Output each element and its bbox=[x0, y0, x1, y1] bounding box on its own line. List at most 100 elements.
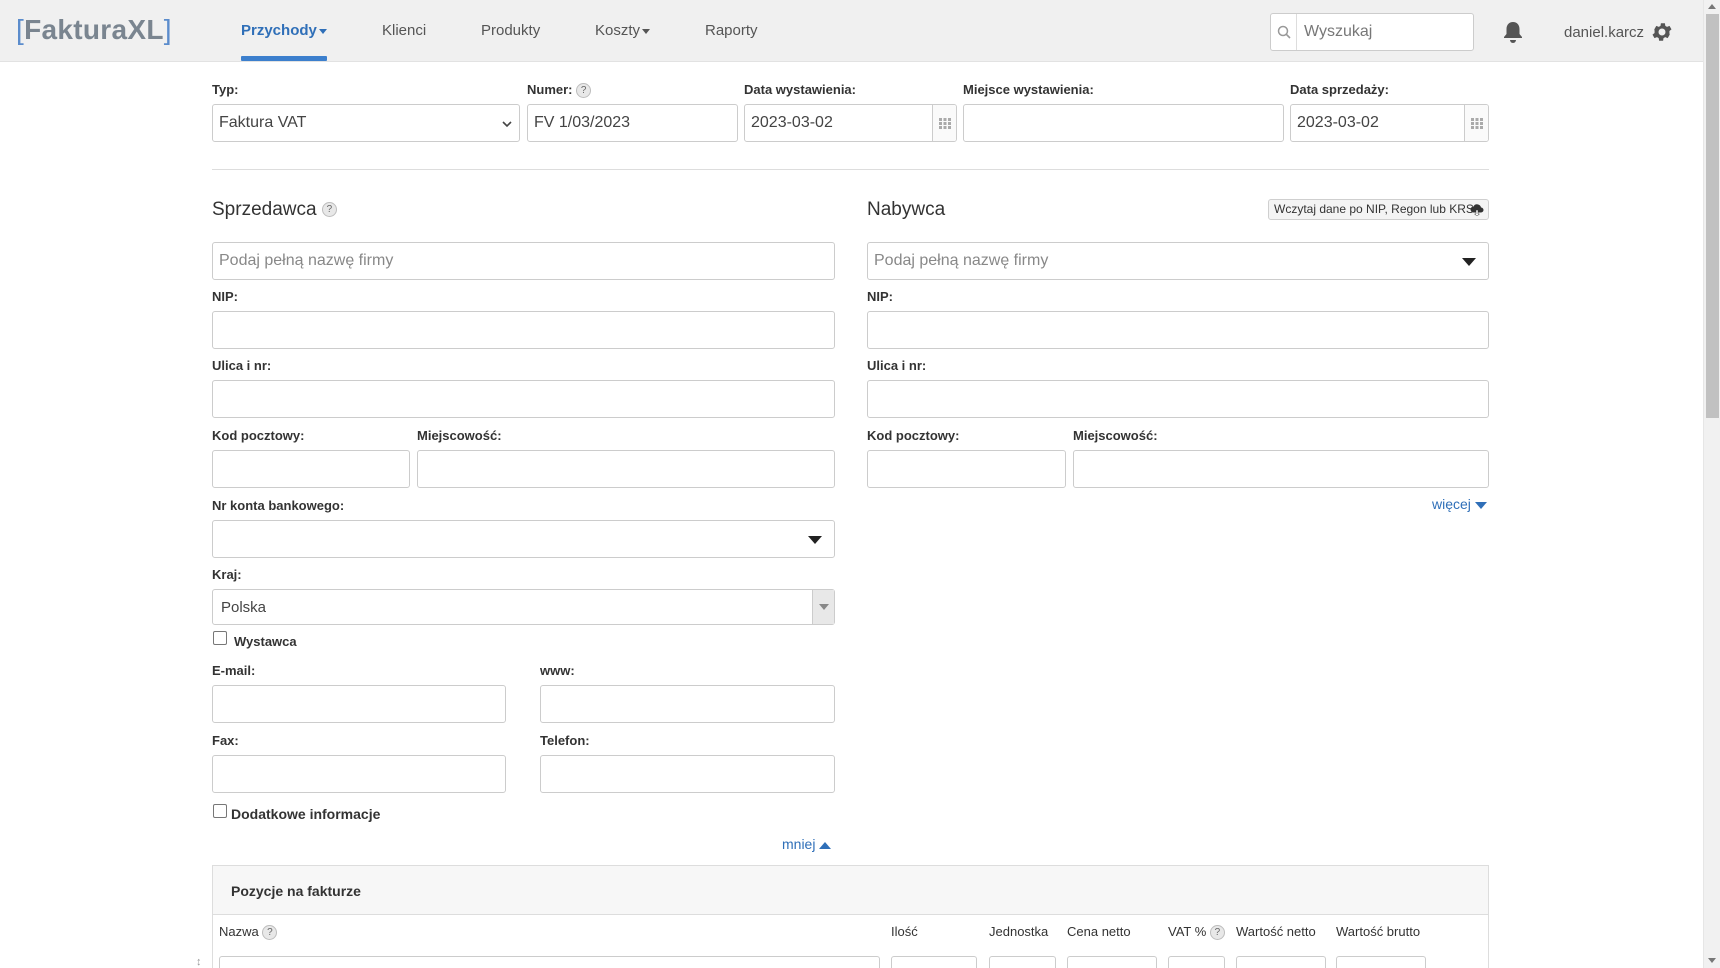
column-header-net-value: Wartość netto bbox=[1236, 924, 1316, 939]
drag-handle-icon[interactable]: ↕ bbox=[196, 956, 202, 968]
type-select[interactable]: Faktura VAT bbox=[212, 104, 520, 142]
buyer-nip-field[interactable] bbox=[867, 311, 1489, 349]
search-icon[interactable] bbox=[1271, 14, 1297, 50]
buyer-postal-label: Kod pocztowy: bbox=[867, 428, 960, 443]
column-header-vat: VAT % ? bbox=[1168, 924, 1225, 941]
issuer-checkbox[interactable] bbox=[213, 631, 227, 645]
buyer-city-label: Miejscowość: bbox=[1073, 428, 1158, 443]
seller-city-label: Miejscowość: bbox=[417, 428, 502, 443]
chevron-down-icon bbox=[318, 28, 327, 34]
country-label: Kraj: bbox=[212, 567, 242, 582]
column-header-unit: Jednostka bbox=[989, 924, 1049, 939]
help-icon[interactable]: ? bbox=[1209, 925, 1225, 941]
seller-street-field[interactable] bbox=[212, 380, 835, 418]
scroll-thumb[interactable] bbox=[1706, 14, 1719, 418]
buyer-street-field[interactable] bbox=[867, 380, 1489, 418]
buyer-street-label: Ulica i nr: bbox=[867, 358, 927, 373]
divider bbox=[212, 169, 1489, 170]
sale-date-field[interactable]: 2023-03-02 bbox=[1290, 104, 1489, 142]
help-icon[interactable]: ? bbox=[576, 83, 592, 99]
item-unit-input[interactable] bbox=[989, 956, 1056, 968]
app-logo[interactable]: [FakturaXL] bbox=[16, 14, 172, 46]
invoice-items-panel: Pozycje na fakturze Nazwa ? Ilość Jednos… bbox=[212, 865, 1489, 968]
www-field[interactable] bbox=[540, 685, 835, 723]
bank-account-label: Nr konta bankowego: bbox=[212, 498, 345, 513]
top-navbar: [FakturaXL] Przychody Klienci Produkty K… bbox=[0, 0, 1703, 62]
help-icon[interactable]: ? bbox=[262, 925, 278, 941]
column-header-gross-value: Wartość brutto bbox=[1336, 924, 1421, 939]
bell-icon[interactable] bbox=[1502, 20, 1524, 47]
buyer-name-select[interactable]: Podaj pełną nazwę firmy bbox=[867, 242, 1489, 280]
issue-date-label: Data wystawienia: bbox=[744, 82, 856, 97]
number-field[interactable]: FV 1/03/2023 bbox=[527, 104, 738, 142]
scroll-down-icon[interactable] bbox=[1708, 958, 1716, 963]
cloud-download-icon bbox=[1470, 204, 1484, 216]
phone-label: Telefon: bbox=[540, 733, 590, 748]
page-scrollbar[interactable] bbox=[1703, 0, 1720, 968]
phone-field[interactable] bbox=[540, 755, 835, 793]
less-link[interactable]: mniej bbox=[782, 836, 832, 852]
nav-active-indicator bbox=[241, 56, 327, 61]
buyer-title: Nabywca bbox=[867, 199, 946, 220]
dropdown-arrow-icon bbox=[808, 536, 822, 544]
bank-account-select[interactable] bbox=[212, 520, 835, 558]
buyer-postal-field[interactable] bbox=[867, 450, 1066, 488]
email-label: E-mail: bbox=[212, 663, 256, 678]
dropdown-arrow-icon bbox=[812, 590, 834, 624]
load-by-nip-button[interactable]: Wczytaj dane po NIP, Regon lub KRS bbox=[1268, 199, 1489, 220]
column-header-net-price: Cena netto bbox=[1067, 924, 1131, 939]
item-net-value-input[interactable] bbox=[1236, 956, 1326, 968]
item-quantity-input[interactable] bbox=[891, 956, 977, 968]
sale-date-label: Data sprzedaży: bbox=[1290, 82, 1389, 97]
search-box bbox=[1270, 13, 1474, 51]
nav-klienci[interactable]: Klienci bbox=[382, 22, 426, 39]
issue-date-field[interactable]: 2023-03-02 bbox=[744, 104, 957, 142]
nav-produkty[interactable]: Produkty bbox=[481, 22, 540, 39]
country-select[interactable]: Polska bbox=[212, 589, 835, 625]
gear-icon[interactable] bbox=[1650, 20, 1674, 47]
calendar-icon[interactable] bbox=[1464, 105, 1488, 141]
chevron-down-icon bbox=[502, 121, 512, 128]
extra-info-checkbox[interactable] bbox=[213, 804, 227, 818]
fax-label: Fax: bbox=[212, 733, 239, 748]
number-label: Numer: ? bbox=[527, 82, 592, 99]
seller-postal-label: Kod pocztowy: bbox=[212, 428, 305, 443]
fax-field[interactable] bbox=[212, 755, 506, 793]
item-gross-value-input[interactable] bbox=[1336, 956, 1426, 968]
calendar-icon[interactable] bbox=[932, 105, 956, 141]
column-header-name: Nazwa ? bbox=[219, 924, 278, 941]
invoice-items-title: Pozycje na fakturze bbox=[231, 883, 361, 899]
column-header-quantity: Ilość bbox=[891, 924, 918, 939]
type-label: Typ: bbox=[212, 82, 239, 97]
seller-postal-field[interactable] bbox=[212, 450, 410, 488]
item-name-input[interactable] bbox=[219, 956, 880, 968]
buyer-nip-label: NIP: bbox=[867, 289, 893, 304]
item-vat-select[interactable] bbox=[1168, 956, 1225, 968]
email-field[interactable] bbox=[212, 685, 506, 723]
invoice-items-header: Pozycje na fakturze bbox=[213, 866, 1488, 915]
extra-info-label: Dodatkowe informacje bbox=[231, 806, 381, 822]
nav-raporty[interactable]: Raporty bbox=[705, 22, 758, 39]
item-net-price-input[interactable] bbox=[1067, 956, 1157, 968]
username[interactable]: daniel.karcz bbox=[1564, 24, 1644, 41]
nav-koszty[interactable]: Koszty bbox=[595, 22, 651, 39]
chevron-down-icon bbox=[642, 28, 651, 34]
seller-title: Sprzedawca ? bbox=[212, 199, 337, 221]
dropdown-arrow-icon bbox=[1462, 258, 1476, 266]
chevron-down-icon bbox=[1474, 501, 1487, 509]
chevron-up-icon bbox=[819, 841, 832, 849]
search-input[interactable] bbox=[1298, 14, 1472, 50]
www-label: www: bbox=[540, 663, 575, 678]
seller-nip-field[interactable] bbox=[212, 311, 835, 349]
nav-przychody[interactable]: Przychody bbox=[241, 22, 327, 39]
issue-place-field[interactable] bbox=[963, 104, 1284, 142]
seller-city-field[interactable] bbox=[417, 450, 835, 488]
seller-street-label: Ulica i nr: bbox=[212, 358, 272, 373]
issue-place-label: Miejsce wystawienia: bbox=[963, 82, 1094, 97]
more-link[interactable]: więcej bbox=[1432, 496, 1487, 512]
buyer-city-field[interactable] bbox=[1073, 450, 1489, 488]
issuer-checkbox-label: Wystawca bbox=[234, 634, 297, 649]
seller-name-input[interactable]: Podaj pełną nazwę firmy bbox=[212, 242, 835, 280]
scroll-up-icon[interactable] bbox=[1708, 4, 1716, 9]
help-icon[interactable]: ? bbox=[321, 202, 337, 218]
